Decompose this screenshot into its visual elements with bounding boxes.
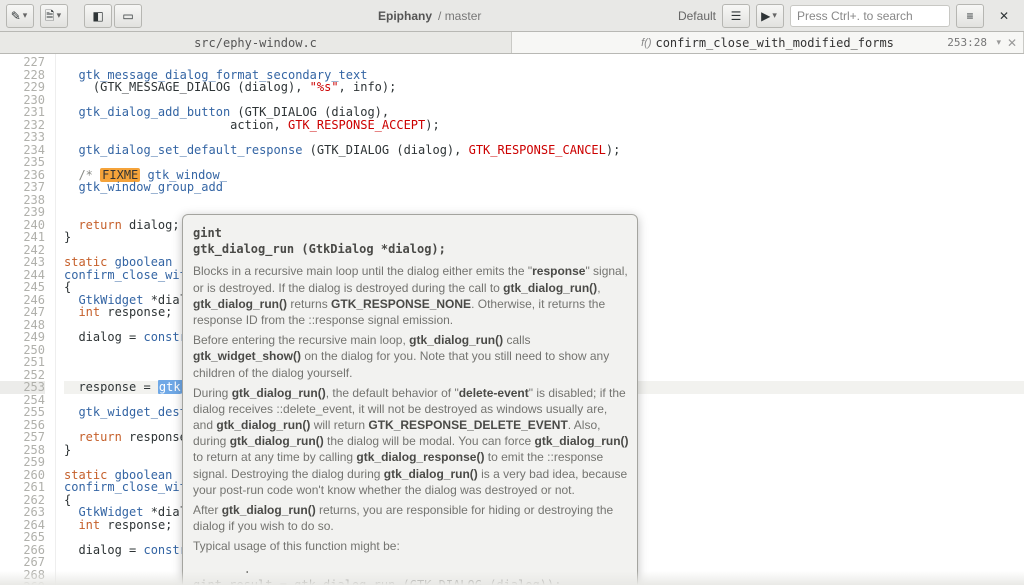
search-input[interactable]: Press Ctrl+. to search — [790, 5, 950, 27]
panel-bottom-icon: ▭ — [122, 10, 133, 22]
tooltip-code-example: . gint result = gtk_dialog_run (GTK_DIAL… — [193, 561, 629, 585]
project-branch: / master — [438, 9, 481, 23]
doc-tooltip: gint gtk_dialog_run (GtkDialog *dialog);… — [182, 214, 638, 585]
open-icon: 🗎 — [45, 10, 55, 22]
tooltip-para-3: During gtk_dialog_run(), the default beh… — [193, 385, 629, 498]
search-placeholder: Press Ctrl+. to search — [797, 9, 913, 23]
build-config-button[interactable]: ☰ — [722, 4, 750, 28]
panel-bottom-button[interactable]: ▭ — [114, 4, 142, 28]
tab-menu-caret[interactable]: ▾ — [996, 37, 1001, 48]
play-icon: ▶ — [761, 10, 770, 22]
tab-symbol[interactable]: f() confirm_close_with_modified_forms 25… — [512, 32, 1024, 53]
toolbar: ✎▾ 🗎▾ ◧ ▭ Epiphany / master Default ☰ ▶▾… — [0, 0, 1024, 32]
project-name: Epiphany — [378, 9, 432, 23]
tab-file-label: src/ephy-window.c — [194, 36, 317, 50]
run-button[interactable]: ▶▾ — [756, 4, 784, 28]
tooltip-para-5: Typical usage of this function might be: — [193, 538, 629, 554]
tooltip-para-1: Blocks in a recursive main loop until th… — [193, 263, 629, 328]
editor[interactable]: 2272282292302312322332342352362372382392… — [0, 54, 1024, 585]
edit-menu-button[interactable]: ✎▾ — [6, 4, 34, 28]
build-config-label: Default — [678, 9, 716, 23]
line-gutter: 2272282292302312322332342352362372382392… — [0, 54, 56, 585]
tab-symbol-prefix: f() — [641, 37, 651, 49]
tooltip-para-4: After gtk_dialog_run() returns, you are … — [193, 502, 629, 534]
settings-small-icon: ☰ — [731, 10, 742, 22]
panel-left-button[interactable]: ◧ — [84, 4, 112, 28]
hamburger-icon: ≡ — [966, 10, 973, 22]
tooltip-fn-name: gtk_dialog_run — [193, 242, 294, 256]
tab-symbol-label: confirm_close_with_modified_forms — [655, 36, 893, 50]
cursor-position: 253:28 — [947, 36, 987, 49]
tab-bar: src/ephy-window.c f() confirm_close_with… — [0, 32, 1024, 54]
tab-file[interactable]: src/ephy-window.c — [0, 32, 512, 53]
tab-close-button[interactable]: ✕ — [1007, 36, 1017, 50]
hamburger-button[interactable]: ≡ — [956, 4, 984, 28]
close-window-button[interactable]: ✕ — [990, 4, 1018, 28]
tooltip-return-type: gint — [193, 226, 222, 240]
open-menu-button[interactable]: 🗎▾ — [40, 4, 68, 28]
pencil-icon: ✎ — [11, 10, 21, 22]
close-icon: ✕ — [999, 10, 1009, 22]
panel-left-icon: ◧ — [92, 10, 103, 22]
tooltip-para-2: Before entering the recursive main loop,… — [193, 332, 629, 381]
